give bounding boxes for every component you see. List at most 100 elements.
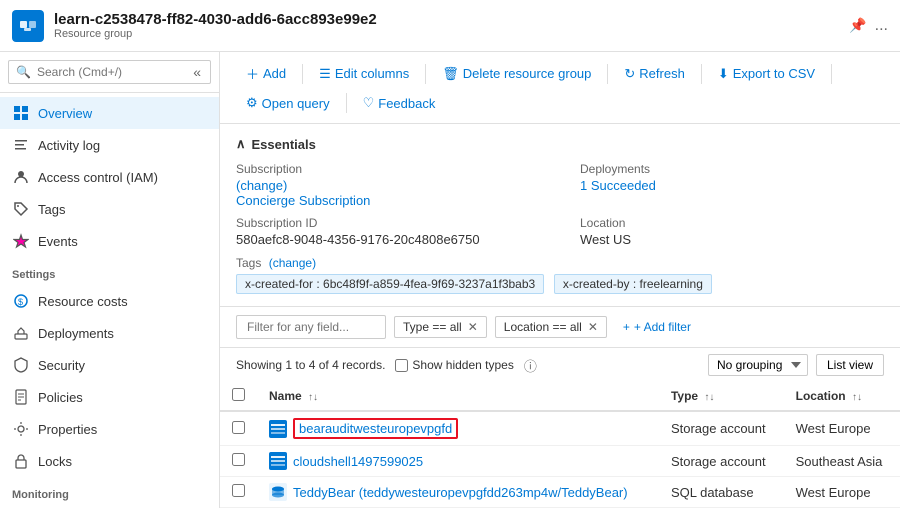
list-view-button[interactable]: List view bbox=[816, 354, 884, 376]
subscription-name-link[interactable]: Concierge Subscription bbox=[236, 193, 370, 208]
header-title-area: learn-c2538478-ff82-4030-add6-6acc893e99… bbox=[54, 11, 849, 40]
sidebar-item-locks[interactable]: Locks bbox=[0, 445, 219, 477]
tags-row: Tags (change) x-created-for : 6bc48f9f-a… bbox=[236, 255, 884, 294]
row2-checkbox[interactable] bbox=[232, 453, 245, 466]
deployments-label: Deployments bbox=[580, 162, 884, 176]
row3-name-cell: TeddyBear (teddywesteuropevpgfdd263mp4w/… bbox=[257, 477, 659, 508]
sidebar-item-events[interactable]: Events bbox=[0, 225, 219, 257]
sidebar-tags-label: Tags bbox=[38, 202, 65, 217]
sidebar-item-overview[interactable]: Overview bbox=[0, 97, 219, 129]
search-input[interactable] bbox=[8, 60, 211, 84]
info-icon[interactable]: ⓘ bbox=[524, 356, 537, 375]
sidebar-item-deployments[interactable]: Deployments bbox=[0, 317, 219, 349]
sidebar-search-area: 🔍 « bbox=[0, 52, 219, 93]
sidebar-deployments-label: Deployments bbox=[38, 326, 114, 341]
resource-group-icon bbox=[12, 10, 44, 42]
toolbar-separator-5 bbox=[831, 64, 832, 84]
export-icon: ⬇ bbox=[718, 66, 729, 82]
events-icon bbox=[12, 232, 30, 250]
grouping-select[interactable]: No grouping bbox=[708, 354, 808, 376]
tags-change-link[interactable]: (change) bbox=[269, 256, 316, 270]
sidebar-locks-label: Locks bbox=[38, 454, 72, 469]
overview-icon bbox=[12, 104, 30, 122]
security-icon bbox=[12, 356, 30, 374]
row1-name-link[interactable]: bearauditwesteuropevpgfd bbox=[299, 421, 452, 436]
monitoring-section-label: Monitoring bbox=[0, 477, 219, 505]
row2-name-link[interactable]: cloudshell1497599025 bbox=[293, 454, 423, 469]
sidebar-item-policies[interactable]: Policies bbox=[0, 381, 219, 413]
table-row: bearauditwesteuropevpgfd Storage account… bbox=[220, 411, 900, 446]
locks-icon bbox=[12, 452, 30, 470]
toolbar-separator-1 bbox=[302, 64, 303, 84]
sidebar-costs-label: Resource costs bbox=[38, 294, 128, 309]
feedback-button[interactable]: ♡ Feedback bbox=[353, 91, 446, 115]
sidebar-item-activity-log[interactable]: Activity log bbox=[0, 129, 219, 161]
page-subtitle: Resource group bbox=[54, 28, 849, 40]
location-filter-label: Location == all bbox=[504, 320, 582, 334]
open-query-button[interactable]: ⚙ Open query bbox=[236, 91, 340, 115]
essentials-grid: Subscription (change) Concierge Subscrip… bbox=[236, 162, 884, 247]
add-filter-button[interactable]: + + Add filter bbox=[615, 317, 699, 337]
type-filter-close[interactable]: ✕ bbox=[468, 320, 478, 334]
deployments-value[interactable]: 1 Succeeded bbox=[580, 178, 884, 193]
col-type-label: Type bbox=[671, 389, 698, 403]
export-button[interactable]: ⬇ Export to CSV bbox=[708, 62, 825, 86]
toolbar-separator-2 bbox=[425, 64, 426, 84]
header-actions: 📌 ... bbox=[849, 17, 888, 35]
collapse-sidebar-button[interactable]: « bbox=[193, 64, 201, 80]
subscription-value: (change) Concierge Subscription bbox=[236, 178, 540, 208]
location-filter-close[interactable]: ✕ bbox=[588, 320, 598, 334]
add-button[interactable]: ＋ Add bbox=[236, 60, 296, 87]
svg-text:$: $ bbox=[18, 297, 23, 307]
row3-name-link[interactable]: TeddyBear (teddywesteuropevpgfdd263mp4w/… bbox=[293, 485, 628, 500]
sidebar-item-resource-costs[interactable]: $ Resource costs bbox=[0, 285, 219, 317]
row1-location: West Europe bbox=[784, 411, 900, 446]
subscription-label: Subscription bbox=[236, 162, 540, 176]
row3-checkbox[interactable] bbox=[232, 484, 245, 497]
type-sort-icon: ↑↓ bbox=[704, 392, 714, 403]
sidebar-nav: Overview Activity log Access control (IA… bbox=[0, 93, 219, 508]
select-all-checkbox[interactable] bbox=[232, 388, 245, 401]
records-info-left: Showing 1 to 4 of 4 records. Show hidden… bbox=[236, 356, 537, 375]
properties-icon bbox=[12, 420, 30, 438]
location-item: Location West US bbox=[580, 216, 884, 247]
row1-name-cell: bearauditwesteuropevpgfd bbox=[257, 411, 659, 446]
costs-icon: $ bbox=[12, 292, 30, 310]
columns-icon: ☰ bbox=[319, 66, 331, 82]
sidebar-iam-label: Access control (IAM) bbox=[38, 170, 158, 185]
subscription-id-item: Subscription ID 580aefc8-9048-4356-9176-… bbox=[236, 216, 540, 247]
row2-location: Southeast Asia bbox=[784, 446, 900, 477]
col-check-header bbox=[220, 382, 257, 411]
delete-button[interactable]: 🗑 Delete resource group bbox=[432, 62, 601, 86]
essentials-header[interactable]: ∧ Essentials bbox=[236, 136, 884, 152]
policies-icon bbox=[12, 388, 30, 406]
sidebar-properties-label: Properties bbox=[38, 422, 97, 437]
filter-field-input[interactable] bbox=[236, 315, 386, 339]
col-location-header[interactable]: Location ↑↓ bbox=[784, 382, 900, 411]
sidebar-item-tags[interactable]: Tags bbox=[0, 193, 219, 225]
sidebar-item-access-control[interactable]: Access control (IAM) bbox=[0, 161, 219, 193]
deployments-icon bbox=[12, 324, 30, 342]
sidebar-item-properties[interactable]: Properties bbox=[0, 413, 219, 445]
resources-table: Name ↑↓ Type ↑↓ Location ↑↓ bbox=[220, 382, 900, 508]
edit-columns-button[interactable]: ☰ Edit columns bbox=[309, 62, 419, 86]
show-hidden-types-checkbox[interactable] bbox=[395, 359, 408, 372]
row1-check bbox=[220, 411, 257, 446]
top-header: learn-c2538478-ff82-4030-add6-6acc893e99… bbox=[0, 0, 900, 52]
subscription-change-link[interactable]: (change) bbox=[236, 178, 287, 193]
refresh-button[interactable]: ↻ Refresh bbox=[614, 62, 694, 86]
col-name-header[interactable]: Name ↑↓ bbox=[257, 382, 659, 411]
row1-checkbox[interactable] bbox=[232, 421, 245, 434]
subscription-id-value: 580aefc8-9048-4356-9176-20c4808e6750 bbox=[236, 232, 540, 247]
essentials-title: Essentials bbox=[252, 137, 316, 152]
toolbar-separator-3 bbox=[607, 64, 608, 84]
col-type-header[interactable]: Type ↑↓ bbox=[659, 382, 784, 411]
more-icon[interactable]: ... bbox=[875, 17, 888, 35]
sidebar-item-security[interactable]: Security bbox=[0, 349, 219, 381]
row2-type: Storage account bbox=[659, 446, 784, 477]
deployments-item: Deployments 1 Succeeded bbox=[580, 162, 884, 208]
records-info-right: No grouping List view bbox=[708, 354, 884, 376]
iam-icon bbox=[12, 168, 30, 186]
pin-icon[interactable]: 📌 bbox=[849, 17, 866, 34]
show-hidden-label: Show hidden types bbox=[412, 358, 513, 372]
